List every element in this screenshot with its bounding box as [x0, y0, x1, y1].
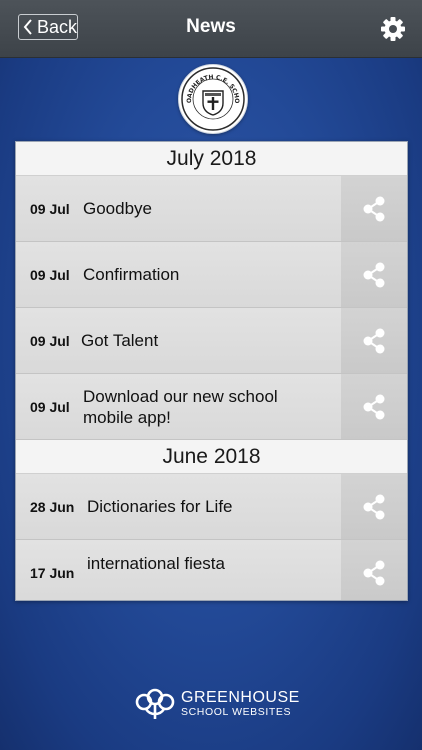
news-title: Goodbye [83, 199, 152, 218]
share-icon [363, 196, 385, 221]
share-button[interactable] [341, 308, 407, 373]
news-date: 09 Jul [30, 398, 70, 415]
share-icon [363, 262, 385, 287]
school-logo: BROADHEATH C.E. SCHOOL [178, 64, 248, 134]
news-date: 09 Jul [30, 266, 70, 283]
share-button[interactable] [341, 374, 407, 439]
share-button[interactable] [341, 474, 407, 539]
greenhouse-logo: GREENHOUSE SCHOOL WEBSITES [135, 688, 300, 720]
news-title: Got Talent [81, 331, 159, 350]
share-icon [363, 560, 385, 585]
gear-icon[interactable] [379, 15, 407, 43]
news-item[interactable]: 28 Jun Dictionaries for Life [16, 474, 407, 540]
news-date: 17 Jun [30, 564, 75, 581]
share-button[interactable] [341, 540, 407, 600]
share-icon [363, 394, 385, 419]
month-header: July 2018 [16, 142, 407, 176]
news-item[interactable]: 09 Jul Download our new school mobile ap… [16, 374, 407, 440]
footer-brand: GREENHOUSE [181, 688, 300, 706]
news-item[interactable]: 09 Jul Confirmation [16, 242, 407, 308]
news-list-panel: July 2018 09 Jul Goodbye 09 Jul Confirma… [15, 141, 408, 601]
news-title: Confirmation [83, 265, 180, 284]
news-title: international fiesta [87, 554, 225, 573]
news-date: 28 Jun [30, 498, 75, 515]
news-title: Download our new school mobile app! [83, 386, 278, 427]
share-button[interactable] [341, 176, 407, 241]
news-item[interactable]: 09 Jul Goodbye [16, 176, 407, 242]
share-icon [363, 328, 385, 353]
month-header: June 2018 [16, 440, 407, 474]
news-item[interactable]: 09 Jul Got Talent [16, 308, 407, 374]
news-title: Dictionaries for Life [87, 497, 233, 516]
greenhouse-tree-icon [135, 688, 175, 719]
share-button[interactable] [341, 242, 407, 307]
news-date: 09 Jul [30, 200, 70, 217]
school-crest-icon: BROADHEATH C.E. SCHOOL [179, 65, 245, 131]
footer-subtitle: SCHOOL WEBSITES [181, 705, 292, 718]
share-icon [363, 494, 385, 519]
page-title: News [186, 16, 236, 37]
news-item[interactable]: 17 Jun international fiesta [16, 540, 407, 600]
news-date: 09 Jul [30, 332, 70, 349]
top-bar: Back News [0, 0, 422, 58]
